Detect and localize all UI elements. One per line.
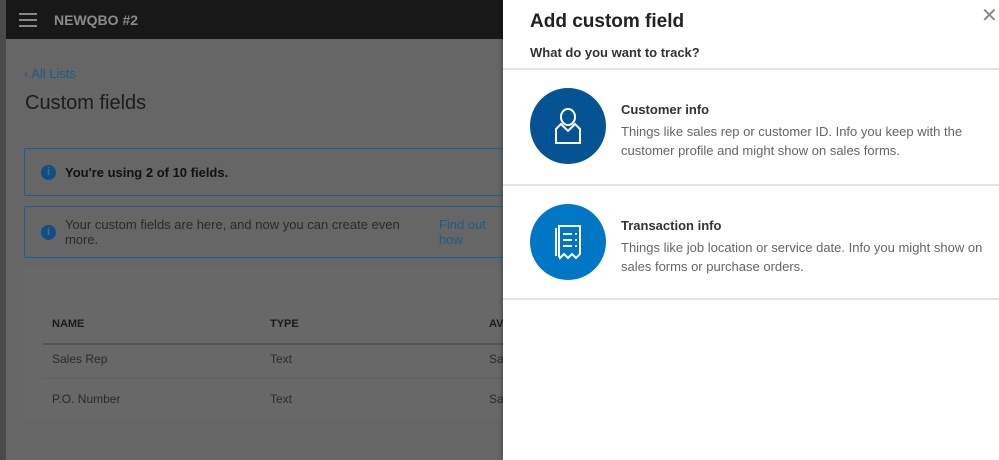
cell-name: P.O. Number bbox=[52, 392, 121, 406]
col-type[interactable]: TYPE bbox=[270, 318, 299, 330]
col-name[interactable]: NAME bbox=[52, 318, 84, 330]
find-out-how-link[interactable]: Find out how bbox=[439, 217, 513, 247]
company-name: NEWQBO #2 bbox=[54, 11, 139, 28]
col-available[interactable]: AV bbox=[489, 318, 503, 330]
transaction-info-option[interactable]: Transaction info Things like job locatio… bbox=[503, 184, 999, 300]
usage-text: You're using 2 of 10 fields. bbox=[65, 164, 229, 180]
cell-available: Sa bbox=[489, 351, 504, 366]
table-row[interactable]: P.O. Number Text Sa bbox=[43, 379, 513, 419]
receipt-icon bbox=[530, 204, 606, 280]
customer-icon bbox=[530, 88, 606, 164]
usage-banner: i You're using 2 of 10 fields. bbox=[24, 148, 514, 196]
cell-type: Text bbox=[270, 392, 293, 406]
info-banner: i Your custom fields are here, and now yo… bbox=[24, 206, 514, 258]
close-icon[interactable]: ✕ bbox=[981, 6, 999, 26]
left-edge bbox=[0, 0, 6, 460]
cell-available: Sa bbox=[489, 392, 504, 406]
all-lists-label: All Lists bbox=[31, 66, 77, 81]
add-custom-field-panel: Add custom field What do you want to tra… bbox=[503, 0, 999, 460]
option-title: Transaction info bbox=[621, 218, 722, 233]
cell-type: Text bbox=[270, 351, 293, 366]
panel-title: Add custom field bbox=[530, 11, 685, 32]
info-text: Your custom fields are here, and now you… bbox=[64, 217, 400, 247]
hamburger-menu-icon[interactable] bbox=[19, 12, 37, 27]
customer-info-option[interactable]: Customer info Things like sales rep or c… bbox=[503, 68, 999, 184]
table-row[interactable]: Sales Rep Text Sa bbox=[43, 339, 513, 379]
top-bar: NEWQBO #2 bbox=[6, 0, 503, 39]
all-lists-link[interactable]: ‹ All Lists bbox=[24, 66, 76, 81]
cell-name: Sales Rep bbox=[52, 351, 108, 366]
info-icon: i bbox=[41, 224, 56, 240]
panel-subtitle: What do you want to track? bbox=[530, 45, 700, 60]
option-description: Things like job location or service date… bbox=[621, 240, 983, 274]
info-icon: i bbox=[41, 164, 56, 180]
page-title: Custom fields bbox=[25, 92, 147, 114]
option-title: Customer info bbox=[621, 102, 710, 117]
option-description: Things like sales rep or customer ID. In… bbox=[621, 124, 963, 158]
